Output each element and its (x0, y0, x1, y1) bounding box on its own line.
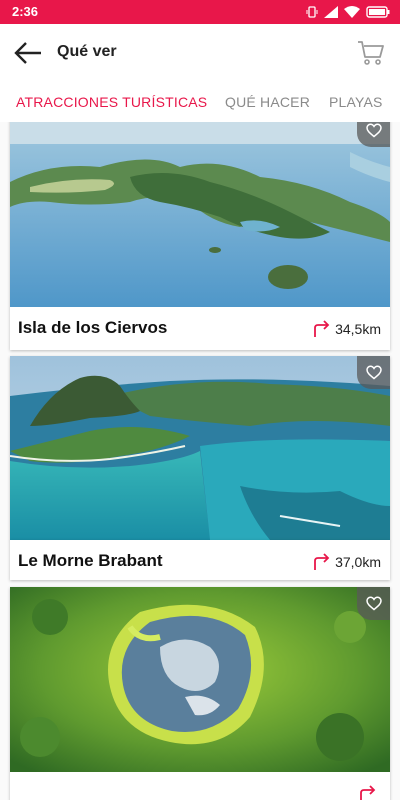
category-tabs: ATRACCIONES TURÍSTICAS QUÉ HACER PLAYAS (0, 82, 400, 122)
signal-icon (324, 6, 338, 18)
heart-icon (365, 123, 382, 138)
distance-value: 37,0km (335, 554, 381, 570)
tab-que-hacer[interactable]: QUÉ HACER (225, 94, 310, 110)
attraction-image (10, 122, 390, 307)
status-bar: 2:36 (0, 0, 400, 24)
attraction-name: Isla de los Ciervos (18, 318, 168, 337)
heart-icon (365, 365, 382, 380)
distance-value: 34,5km (335, 321, 381, 337)
attraction-card[interactable] (10, 356, 390, 540)
directions-arrow-icon (314, 553, 330, 570)
attraction-card[interactable]: Isla de los Ciervos 34,5km (10, 122, 390, 350)
favorite-button[interactable] (357, 122, 390, 147)
card-footer: Isla de los Ciervos 34,5km (10, 307, 390, 347)
app-bar: Qué ver (0, 24, 400, 82)
arrow-left-icon (14, 42, 41, 64)
cart-icon (358, 41, 384, 65)
distance-label: 37,0km (312, 552, 381, 572)
back-button[interactable] (12, 38, 44, 68)
attraction-name: Le Morne Brabant (18, 551, 163, 570)
attraction-image (10, 587, 390, 772)
heart-icon (365, 596, 382, 611)
attraction-image (10, 356, 390, 540)
cart-button[interactable] (354, 36, 388, 70)
card-footer: Le Morne Brabant 37,0km (10, 540, 390, 580)
vibrate-icon (306, 6, 318, 18)
distance-label: 34,5km (312, 319, 381, 339)
wifi-icon (344, 6, 360, 18)
battery-icon (366, 6, 390, 18)
attraction-card[interactable] (10, 587, 390, 800)
directions-arrow-icon (314, 320, 330, 337)
card-footer (10, 772, 390, 800)
directions-arrow-icon (360, 785, 376, 800)
favorite-button[interactable] (357, 356, 390, 389)
page-title: Qué ver (57, 43, 117, 60)
distance-label (358, 784, 381, 800)
tab-playas[interactable]: PLAYAS (329, 94, 383, 110)
status-icons (306, 4, 390, 20)
attractions-list[interactable]: Isla de los Ciervos 34,5km Le Morne Brab… (0, 122, 400, 800)
favorite-button[interactable] (357, 587, 390, 620)
tab-atracciones[interactable]: ATRACCIONES TURÍSTICAS (16, 94, 207, 110)
status-time: 2:36 (12, 4, 39, 19)
